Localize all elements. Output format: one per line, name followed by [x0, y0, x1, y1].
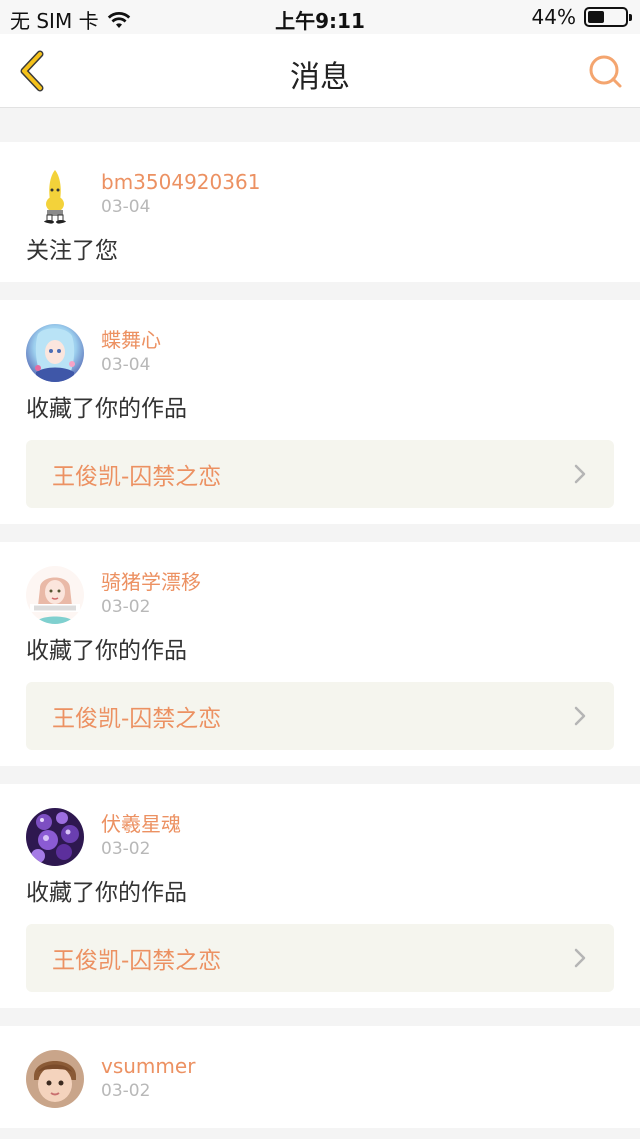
message-card[interactable]: 蝶舞心 03-04 收藏了你的作品 王俊凯-囚禁之恋: [0, 300, 640, 524]
card-spacer: [0, 524, 640, 542]
chevron-right-icon: [574, 706, 586, 726]
message-header: bm3504920361 03-04: [26, 166, 614, 228]
message-header: 骑猪学漂移 03-02: [26, 566, 614, 628]
banana-character-avatar[interactable]: [26, 166, 84, 224]
username[interactable]: 伏羲星魂: [101, 812, 181, 836]
nav-bar: 消息: [0, 34, 640, 108]
username[interactable]: vsummer: [101, 1054, 195, 1078]
message-date: 03-02: [101, 597, 151, 617]
user-info: 蝶舞心 03-04: [101, 324, 161, 376]
baby-photo-avatar[interactable]: [26, 1050, 84, 1108]
battery-percent: 44%: [531, 5, 576, 29]
username[interactable]: 骑猪学漂移: [101, 570, 201, 594]
work-link[interactable]: 王俊凯-囚禁之恋: [26, 924, 614, 992]
chevron-right-icon: [574, 464, 586, 484]
message-card[interactable]: vsummer 03-02: [0, 1026, 640, 1128]
work-link[interactable]: 王俊凯-囚禁之恋: [26, 682, 614, 750]
username[interactable]: 蝶舞心: [101, 328, 161, 352]
message-action: 收藏了你的作品: [26, 638, 187, 664]
battery-icon: [584, 7, 632, 27]
message-header: 蝶舞心 03-04: [26, 324, 614, 386]
message-action: 关注了您: [26, 238, 118, 264]
work-title: 王俊凯-囚禁之恋: [52, 706, 222, 732]
message-header: 伏羲星魂 03-02: [26, 808, 614, 870]
work-link[interactable]: 王俊凯-囚禁之恋: [26, 440, 614, 508]
user-info: 伏羲星魂 03-02: [101, 808, 181, 860]
message-date: 03-02: [101, 839, 151, 859]
girl-photo-avatar[interactable]: [26, 566, 84, 624]
card-spacer: [0, 766, 640, 784]
list-top-spacer: [0, 108, 640, 142]
username[interactable]: bm3504920361: [101, 170, 260, 194]
page-title: 消息: [290, 60, 350, 95]
user-info: 骑猪学漂移 03-02: [101, 566, 201, 618]
anime-girl-avatar[interactable]: [26, 324, 84, 382]
user-info: bm3504920361 03-04: [101, 166, 260, 218]
status-right: 44%: [531, 5, 632, 29]
card-spacer: [0, 1008, 640, 1026]
message-card[interactable]: bm3504920361 03-04 关注了您: [0, 142, 640, 282]
message-date: 03-02: [101, 1081, 151, 1101]
status-bar: 无 SIM 卡 上午9:11 44%: [0, 0, 640, 34]
search-icon[interactable]: [586, 52, 626, 92]
work-title: 王俊凯-囚禁之恋: [52, 948, 222, 974]
chevron-right-icon: [574, 948, 586, 968]
message-action: 收藏了你的作品: [26, 880, 187, 906]
battery-level: [588, 11, 604, 23]
message-card[interactable]: 骑猪学漂移 03-02 收藏了你的作品 王俊凯-囚禁之恋: [0, 542, 640, 766]
message-date: 03-04: [101, 355, 151, 375]
message-date: 03-04: [101, 197, 151, 217]
work-title: 王俊凯-囚禁之恋: [52, 464, 222, 490]
message-header: vsummer 03-02: [26, 1050, 614, 1112]
message-action: 收藏了你的作品: [26, 396, 187, 422]
purple-bubbles-avatar[interactable]: [26, 808, 84, 866]
user-info: vsummer 03-02: [101, 1050, 195, 1102]
message-card[interactable]: 伏羲星魂 03-02 收藏了你的作品 王俊凯-囚禁之恋: [0, 784, 640, 1008]
card-spacer: [0, 282, 640, 300]
